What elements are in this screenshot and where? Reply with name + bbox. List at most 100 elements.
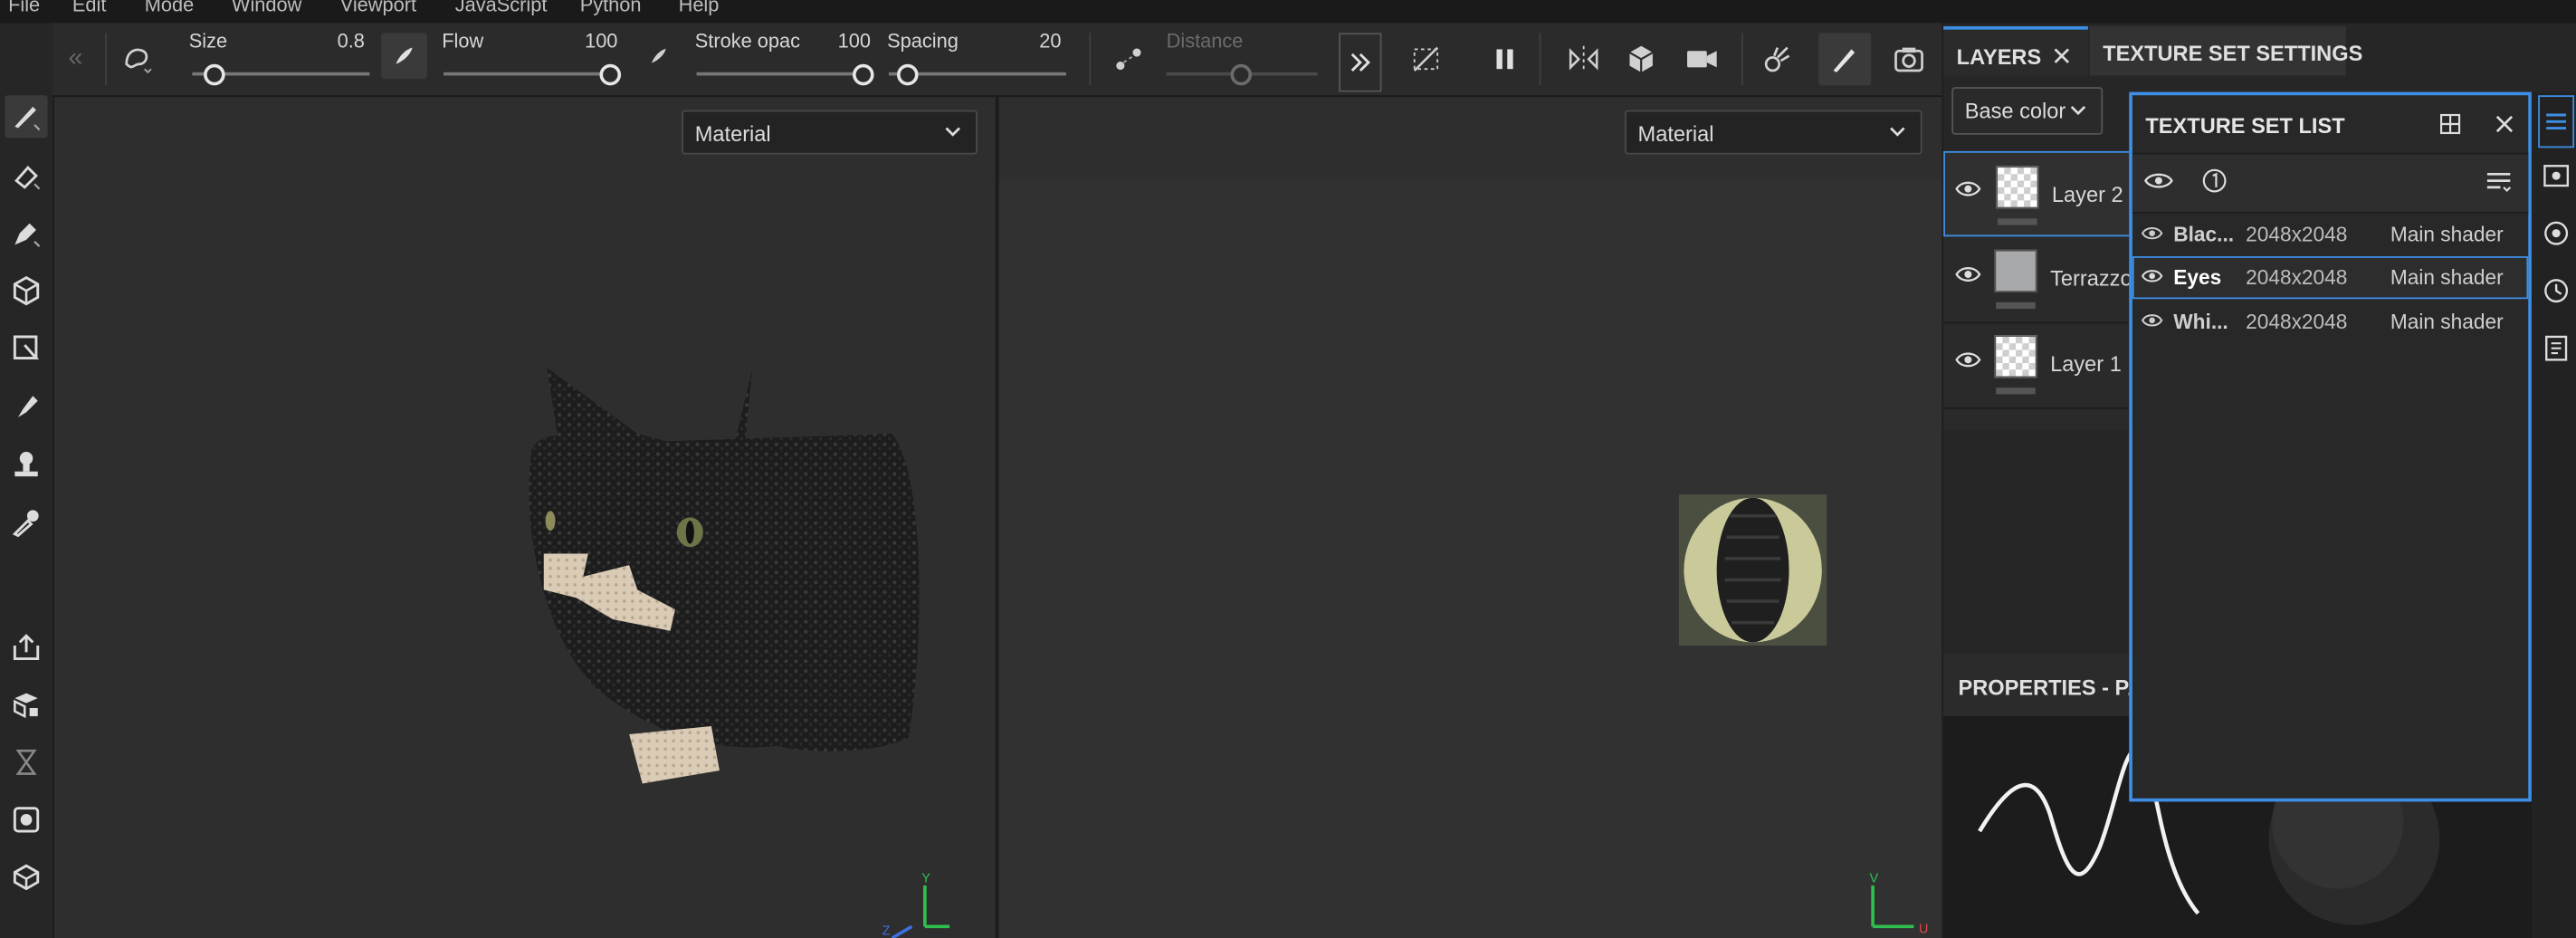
layers-dock-button[interactable] <box>2538 95 2575 148</box>
symmetry-icon[interactable] <box>1560 36 1607 82</box>
layer-name: Layer 1 <box>2050 351 2122 377</box>
close-icon[interactable] <box>2494 113 2515 135</box>
timer-icon[interactable] <box>5 741 47 783</box>
svg-text:U: U <box>1919 923 1928 937</box>
texture-set-list-title: TEXTURE SET LIST <box>2145 113 2345 139</box>
svg-text:Z: Z <box>883 924 891 938</box>
brush-preset-icon[interactable] <box>115 36 161 82</box>
export-icon[interactable] <box>5 626 47 668</box>
texture-set-settings-icon[interactable] <box>2543 163 2570 189</box>
eye-visibility-icon[interactable] <box>1955 264 1981 284</box>
stroke-opacity-value[interactable]: 100 <box>818 30 871 53</box>
shader-settings-icon[interactable] <box>5 856 47 898</box>
menu-javascript[interactable]: JavaScript <box>455 0 548 16</box>
hide-selection-icon[interactable] <box>1403 36 1449 82</box>
flow-value[interactable]: 100 <box>565 30 617 53</box>
history-icon[interactable] <box>2543 278 2570 304</box>
menu-file[interactable]: File <box>8 0 40 16</box>
close-icon[interactable] <box>2052 46 2072 66</box>
flow-slider[interactable] <box>444 72 615 76</box>
smudge-tool-icon[interactable] <box>5 385 47 427</box>
divider <box>105 33 107 86</box>
layer-name: Terrazzo <box>2050 265 2132 292</box>
projection-tool-icon[interactable] <box>5 212 47 254</box>
tool-properties-bar: « Size 0.8 Flow 100 Stroke opac 100 Spac… <box>52 23 1942 98</box>
layer-mask-bar <box>1996 388 2036 395</box>
display-settings-icon[interactable] <box>2543 220 2570 246</box>
solo-icon[interactable] <box>2201 168 2228 194</box>
paint-brush-tool-icon[interactable] <box>5 95 48 139</box>
pen-pressure-size-icon[interactable] <box>381 33 427 80</box>
eye-visibility-icon[interactable] <box>1955 179 1981 199</box>
flow-slider-handle[interactable] <box>599 63 622 86</box>
environment-cube-icon[interactable] <box>1618 36 1665 82</box>
log-icon[interactable] <box>2543 335 2570 361</box>
texture-set-name: Whi... <box>2173 310 2228 334</box>
eye-visibility-icon[interactable] <box>2141 268 2163 284</box>
channel-select[interactable]: Base color <box>1951 87 2104 135</box>
menu-window[interactable]: Window <box>232 0 301 16</box>
screenshot-camera-icon[interactable] <box>1886 36 1932 82</box>
layer-mask-bar <box>1996 302 2036 310</box>
layer-stack: Layer 2 Terrazzo Layer 1 <box>1943 150 2132 431</box>
collapse-chevron-icon[interactable]: « <box>52 36 99 82</box>
tab-texture-set-settings[interactable]: TEXTURE SET SETTINGS <box>2089 26 2362 76</box>
texture-set-row-eyes[interactable]: Eyes 2048x2048 Main shader <box>2132 256 2529 300</box>
eraser-tool-icon[interactable] <box>5 155 47 197</box>
distance-slider-handle <box>1230 63 1253 86</box>
viewport-2d[interactable]: Material V U <box>998 97 1942 938</box>
stroke-opacity-label: Stroke opac <box>694 29 800 53</box>
spacing-value[interactable]: 20 <box>1012 30 1061 53</box>
clone-stamp-tool-icon[interactable] <box>5 444 47 486</box>
eye-visibility-icon[interactable] <box>1955 349 1981 369</box>
menu-help[interactable]: Help <box>679 0 720 16</box>
chevron-down-icon <box>2070 105 2086 116</box>
spacing-label: Spacing <box>887 29 959 53</box>
iray-render-icon[interactable] <box>1753 36 1799 82</box>
side-dock-strip <box>2531 91 2576 938</box>
texture-set-row-white[interactable]: Whi... 2048x2048 Main shader <box>2132 301 2528 343</box>
lazy-mouse-icon[interactable] <box>1105 36 1151 82</box>
polygon-fill-tool-icon[interactable] <box>5 327 47 369</box>
divider <box>1089 33 1092 86</box>
paint-mode-icon[interactable] <box>1818 33 1872 86</box>
texture-set-row-black[interactable]: Blac... 2048x2048 Main shader <box>2132 214 2528 256</box>
bake-mesh-icon[interactable] <box>5 684 47 726</box>
svg-text:Y: Y <box>921 871 930 885</box>
layer-row-terrazzo[interactable]: Terrazzo <box>1943 236 2132 324</box>
stroke-opacity-slider-handle[interactable] <box>852 63 874 86</box>
tab-layers-label: LAYERS <box>1956 43 2042 70</box>
eye-visibility-icon[interactable] <box>2141 225 2163 242</box>
display-settings-icon[interactable] <box>5 799 47 841</box>
expand-more-icon[interactable] <box>1339 33 1382 92</box>
layer-row-layer-2[interactable]: Layer 2 <box>1943 150 2132 237</box>
channel-select-value: Base color <box>1964 98 2066 124</box>
menu-mode[interactable]: Mode <box>145 0 195 16</box>
menu-edit[interactable]: Edit <box>72 0 107 16</box>
pen-pressure-flow-icon[interactable] <box>635 33 682 79</box>
layers-icon <box>2546 113 2567 129</box>
camera-icon[interactable] <box>1679 36 1725 82</box>
layer-thumbnail <box>1996 166 2039 209</box>
menu-viewport[interactable]: Viewport <box>340 0 416 16</box>
color-picker-tool-icon[interactable] <box>5 501 47 543</box>
spacing-slider-handle[interactable] <box>896 63 919 86</box>
tab-texture-set-settings-label: TEXTURE SET SETTINGS <box>2103 41 2363 66</box>
size-slider-handle[interactable] <box>204 63 225 86</box>
geometry-fill-tool-icon[interactable] <box>5 270 47 312</box>
viewport-3d[interactable]: Material Y Z <box>53 97 996 938</box>
menu-python[interactable]: Python <box>580 0 642 16</box>
divider <box>1741 33 1743 86</box>
dock-icon[interactable] <box>2439 113 2461 135</box>
layer-row-layer-1[interactable]: Layer 1 <box>1943 322 2132 409</box>
size-label: Size <box>188 29 228 53</box>
stroke-opacity-slider[interactable] <box>696 72 868 76</box>
menu-bar: File Edit Mode Window Viewport JavaScrip… <box>0 0 2576 24</box>
size-value[interactable]: 0.8 <box>315 30 365 53</box>
pause-icon[interactable] <box>1482 36 1528 82</box>
flow-label: Flow <box>442 29 484 53</box>
list-settings-icon[interactable] <box>2485 169 2512 196</box>
eye-options-icon[interactable] <box>2144 169 2174 192</box>
eye-visibility-icon[interactable] <box>2141 312 2163 329</box>
texture-set-resolution: 2048x2048 <box>2246 265 2348 290</box>
